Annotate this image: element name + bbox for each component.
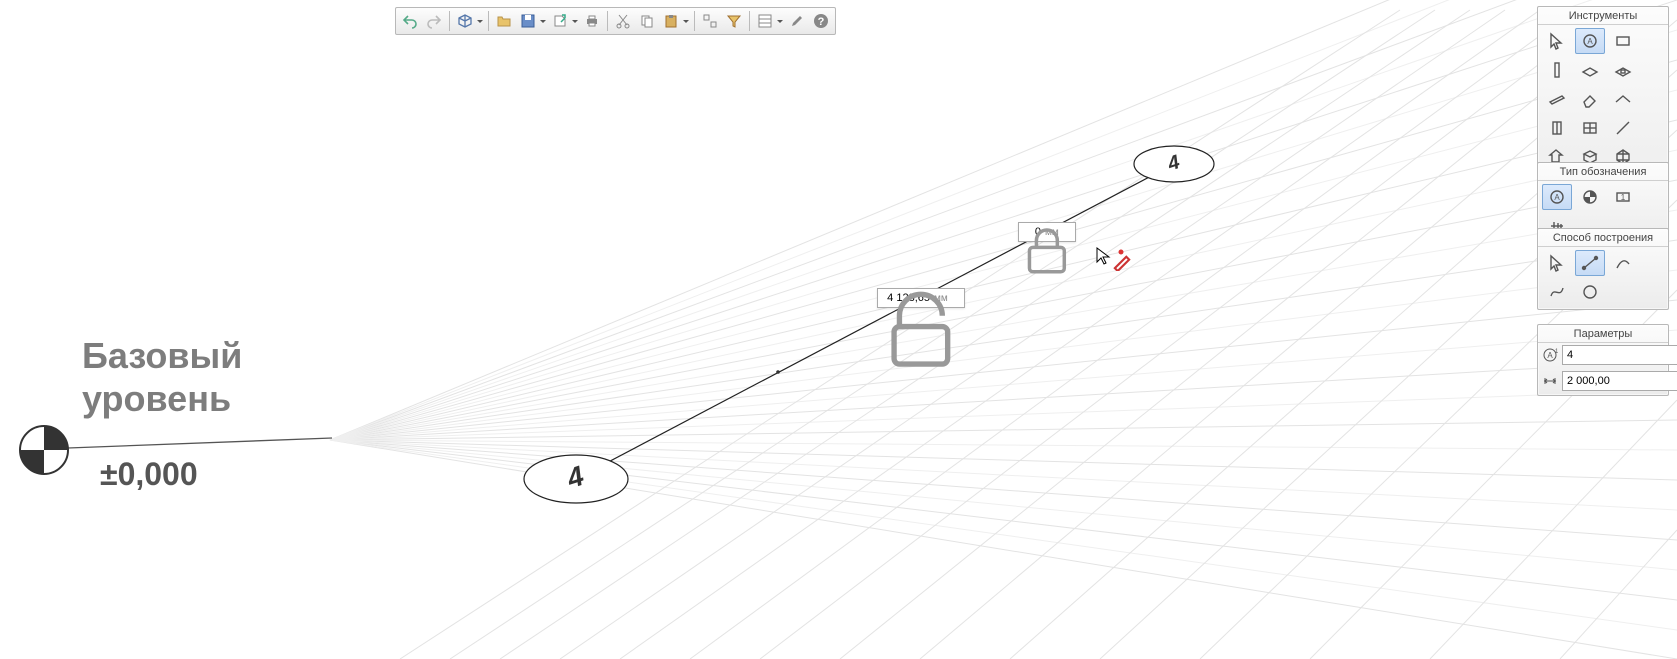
door-tool[interactable] <box>1542 115 1572 141</box>
axis-tool[interactable]: A <box>1575 28 1605 54</box>
svg-text:1: 1 <box>1555 349 1558 355</box>
draw-spline[interactable] <box>1542 279 1572 305</box>
axis-number-input[interactable] <box>1562 345 1677 365</box>
layers-button[interactable] <box>754 10 776 32</box>
draw-segment[interactable] <box>1575 250 1605 276</box>
viewport-3d[interactable]: 4 4 Базовый уровень ±0,000 мм мм <box>0 0 1677 659</box>
draw-circle[interactable] <box>1575 279 1605 305</box>
export-dropdown[interactable] <box>571 10 579 32</box>
eraser-tool[interactable] <box>1575 86 1605 112</box>
main-toolbar: ? <box>395 7 836 35</box>
draw-mode-panel: Способ построения <box>1537 228 1669 310</box>
marker-circle-letter[interactable]: A <box>1542 184 1572 210</box>
align-button[interactable] <box>699 10 721 32</box>
lock-closed-icon[interactable] <box>1061 226 1073 238</box>
svg-text:A: A <box>1587 37 1593 46</box>
svg-text:?: ? <box>818 16 825 28</box>
svg-text:A: A <box>1547 351 1553 360</box>
column-tool[interactable] <box>1542 57 1572 83</box>
views-button[interactable] <box>454 10 476 32</box>
copy-button[interactable] <box>636 10 658 32</box>
paste-dropdown[interactable] <box>682 10 690 32</box>
roof-tool[interactable] <box>1608 86 1638 112</box>
axis-spacing-icon <box>1542 372 1558 390</box>
grid-svg: 4 4 <box>0 0 1677 659</box>
base-level-label: Базовый уровень <box>82 334 242 420</box>
marker-type-title: Тип обозначения <box>1538 163 1668 181</box>
slab-tool[interactable] <box>1575 57 1605 83</box>
paste-button[interactable] <box>660 10 682 32</box>
help-button[interactable]: ? <box>810 10 832 32</box>
dimension-offset-input[interactable]: мм <box>1018 222 1076 242</box>
rectangle-tool[interactable] <box>1608 28 1638 54</box>
redo-button[interactable] <box>423 10 445 32</box>
filter-button[interactable] <box>723 10 745 32</box>
line-tool[interactable] <box>1608 115 1638 141</box>
marker-rectangle-number[interactable]: 1 <box>1608 184 1638 210</box>
slab-opening-tool[interactable] <box>1608 57 1638 83</box>
export-button[interactable] <box>549 10 571 32</box>
axis-spacing-input[interactable] <box>1562 371 1677 391</box>
undo-button[interactable] <box>399 10 421 32</box>
open-button[interactable] <box>493 10 515 32</box>
base-level-elevation: ±0,000 <box>100 456 198 493</box>
parameters-title: Параметры <box>1538 325 1668 343</box>
print-button[interactable] <box>581 10 603 32</box>
draw-point[interactable] <box>1542 250 1572 276</box>
dimension-length-input[interactable]: мм <box>877 288 965 308</box>
beam-tool[interactable] <box>1542 86 1572 112</box>
views-dropdown[interactable] <box>476 10 484 32</box>
svg-text:1: 1 <box>1621 193 1626 202</box>
draw-mode-title: Способ построения <box>1538 229 1668 247</box>
save-button[interactable] <box>517 10 539 32</box>
window-tool[interactable] <box>1575 115 1605 141</box>
cut-button[interactable] <box>612 10 634 32</box>
layers-dropdown[interactable] <box>776 10 784 32</box>
parameters-panel: Параметры A1 мм <box>1537 324 1669 396</box>
settings-button[interactable] <box>786 10 808 32</box>
svg-text:A: A <box>1554 193 1560 202</box>
axis-number-icon: A1 <box>1542 346 1558 364</box>
select-tool[interactable] <box>1542 28 1572 54</box>
lock-open-icon[interactable] <box>950 292 962 304</box>
marker-target[interactable] <box>1575 184 1605 210</box>
save-dropdown[interactable] <box>539 10 547 32</box>
tools-panel-title: Инструменты <box>1538 7 1668 25</box>
base-level-marker <box>20 426 68 474</box>
draw-arc[interactable] <box>1608 250 1638 276</box>
